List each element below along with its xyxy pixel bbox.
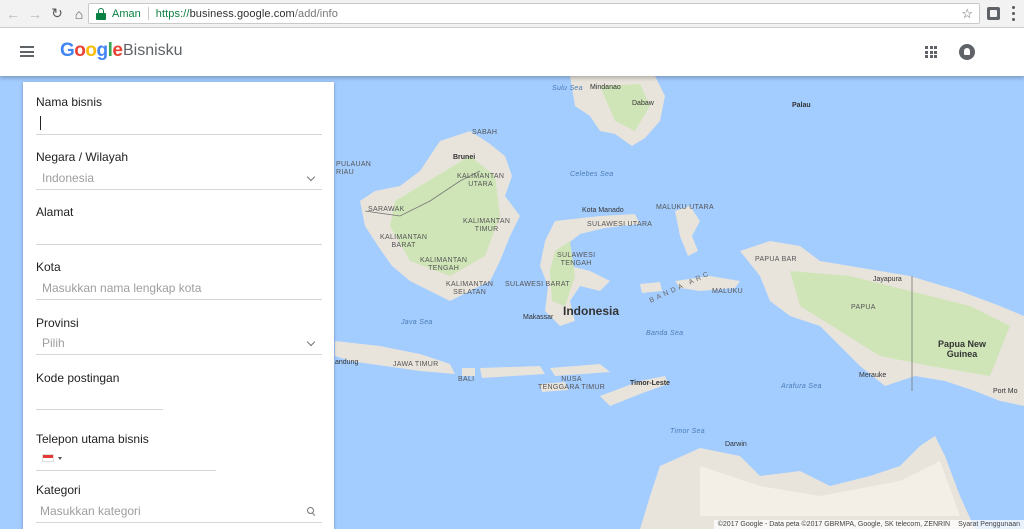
map-label-kalimantan-tengah: KALIMANTAN TENGAH bbox=[420, 257, 468, 272]
province-select[interactable]: Pilih bbox=[42, 336, 65, 350]
map-label-sulawesi-barat: SULAWESI BARAT bbox=[505, 281, 570, 288]
map-label-bandung: andung bbox=[335, 359, 359, 366]
search-icon[interactable] bbox=[307, 507, 316, 516]
url-text: https://business.google.com/add/info bbox=[155, 7, 338, 20]
lock-icon bbox=[95, 7, 107, 20]
terms-link[interactable]: Syarat Penggunaan bbox=[958, 521, 1020, 528]
map-label-port-moresby: Port Mo bbox=[993, 388, 1018, 395]
address-bar[interactable]: Aman https://business.google.com/add/inf… bbox=[88, 3, 980, 24]
land-java bbox=[335, 341, 455, 374]
indonesia-flag-icon[interactable] bbox=[42, 454, 54, 462]
land-bali bbox=[462, 368, 475, 376]
omnibox-separator bbox=[147, 7, 149, 20]
bookmark-star-icon[interactable]: ☆ bbox=[961, 6, 973, 22]
browser-menu-icon[interactable] bbox=[1011, 6, 1015, 21]
map-label-sulawesi-utara: SULAWESI UTARA bbox=[587, 221, 653, 228]
reload-icon[interactable]: ↻ bbox=[48, 5, 66, 23]
map-label-papua-bar: PAPUA BAR bbox=[755, 256, 797, 263]
map-label-sarawak: SARAWAK bbox=[368, 206, 405, 213]
forward-icon[interactable]: → bbox=[26, 5, 44, 23]
country-select[interactable]: Indonesia bbox=[42, 171, 94, 185]
apps-grid-icon[interactable] bbox=[925, 46, 937, 58]
map-label-sulawesi-tengah: SULAWESI TENGAH bbox=[557, 252, 596, 267]
category-input[interactable]: Masukkan kategori bbox=[40, 504, 141, 518]
postal-code-input[interactable] bbox=[36, 409, 163, 410]
map-label-maluku: MALUKU bbox=[712, 288, 743, 295]
city-underline bbox=[36, 299, 322, 300]
map-label-sulu-sea: Sulu Sea bbox=[552, 85, 583, 92]
land-halmahera bbox=[675, 206, 700, 256]
address-input[interactable] bbox=[36, 244, 322, 245]
chevron-down-icon[interactable] bbox=[306, 172, 316, 182]
map-label-dabaw: Dabaw bbox=[632, 100, 654, 107]
map-label-maluku-utara: MALUKU UTARA bbox=[656, 204, 714, 211]
back-icon[interactable]: ← bbox=[4, 5, 22, 23]
category-underline bbox=[36, 522, 322, 523]
map-label-arafura-sea: Arafura Sea bbox=[781, 383, 822, 390]
account-avatar-icon[interactable] bbox=[959, 44, 975, 60]
browser-toolbar: ← → ↻ ⌂ Aman https://business.google.com… bbox=[0, 0, 1024, 28]
logo-letter: o bbox=[74, 40, 86, 61]
city-input[interactable]: Masukkan nama lengkap kota bbox=[42, 281, 201, 295]
business-name-label: Nama bisnis bbox=[36, 95, 103, 109]
city-label: Kota bbox=[36, 260, 61, 274]
map-label-java-sea: Java Sea bbox=[401, 319, 433, 326]
map-label-banda-sea: Banda Sea bbox=[646, 330, 684, 337]
text-cursor bbox=[40, 116, 41, 130]
map-label-kalimantan-selatan: KALIMANTAN SELATAN bbox=[446, 281, 494, 296]
map-label-celebes-sea: Celebes Sea bbox=[570, 171, 614, 178]
phone-input[interactable] bbox=[36, 470, 216, 471]
logo-letter: e bbox=[112, 40, 123, 61]
postal-code-label: Kode postingan bbox=[36, 371, 120, 385]
map-label-jayapura: Jayapura bbox=[873, 276, 902, 283]
logo-letter: G bbox=[60, 40, 75, 61]
map-attribution: ©2017 Google - Data peta ©2017 GBRMPA, G… bbox=[713, 520, 1024, 529]
country-underline bbox=[36, 189, 322, 190]
map-label-sabah: SABAH bbox=[472, 129, 498, 136]
map-label-nusa-tenggara-timur: NUSA TENGGARA TIMUR bbox=[538, 376, 606, 391]
map-label-papua-new-guinea: Papua New Guinea bbox=[938, 339, 987, 359]
map-label-palau: Palau bbox=[792, 102, 811, 109]
product-name: Bisnisku bbox=[123, 42, 183, 59]
map-label-merauke: Merauke bbox=[859, 372, 887, 379]
map-label-brunei: Brunei bbox=[453, 154, 476, 161]
map-label-jawa-timur: JAWA TIMUR bbox=[393, 361, 439, 368]
map-label-mindanao: Mindanao bbox=[590, 84, 621, 91]
map-label-indonesia: Indonesia bbox=[563, 304, 620, 318]
province-underline bbox=[36, 354, 322, 355]
caret-down-icon[interactable] bbox=[58, 457, 62, 460]
map-label-kota-manado: Kota Manado bbox=[582, 207, 624, 214]
category-label: Kategori bbox=[36, 483, 81, 497]
map-label-darwin: Darwin bbox=[725, 441, 747, 448]
business-form-panel: Nama bisnis Negara / Wilayah Indonesia A… bbox=[23, 82, 334, 529]
land-lombok-sumbawa bbox=[480, 366, 545, 378]
business-name-input[interactable] bbox=[36, 134, 322, 135]
menu-icon[interactable] bbox=[20, 46, 34, 57]
map-label-timor-leste: Timor-Leste bbox=[630, 380, 670, 387]
secure-label: Aman bbox=[112, 7, 141, 20]
chevron-down-icon[interactable] bbox=[306, 337, 316, 347]
map-label-makassar: Makassar bbox=[523, 314, 554, 321]
map-label-kalimantan-barat: KALIMANTAN BARAT bbox=[380, 234, 428, 249]
map-label-papua: PAPUA bbox=[851, 304, 876, 311]
map-label-kalimantan-timur: KALIMANTAN TIMUR bbox=[463, 218, 511, 233]
map-label-pulauan: PULAUAN RIAU bbox=[336, 161, 372, 176]
logo-letter: g bbox=[96, 40, 109, 61]
map-label-bali: BALI bbox=[458, 376, 475, 383]
google-logo: Google bbox=[60, 40, 123, 62]
app-header: Google Bisnisku bbox=[0, 28, 1024, 76]
home-icon[interactable]: ⌂ bbox=[70, 5, 88, 23]
map-label-kalimantan-utara: KALIMANTAN UTARA bbox=[457, 173, 505, 188]
address-label: Alamat bbox=[36, 205, 74, 219]
province-label: Provinsi bbox=[36, 316, 79, 330]
map-label-timor-sea: Timor Sea bbox=[670, 428, 705, 435]
logo-letter: o bbox=[85, 40, 97, 61]
land-buru bbox=[640, 282, 662, 293]
phone-label: Telepon utama bisnis bbox=[36, 432, 149, 446]
country-label: Negara / Wilayah bbox=[36, 150, 129, 164]
land-flores bbox=[550, 364, 610, 376]
extension-icon[interactable] bbox=[987, 7, 1000, 20]
